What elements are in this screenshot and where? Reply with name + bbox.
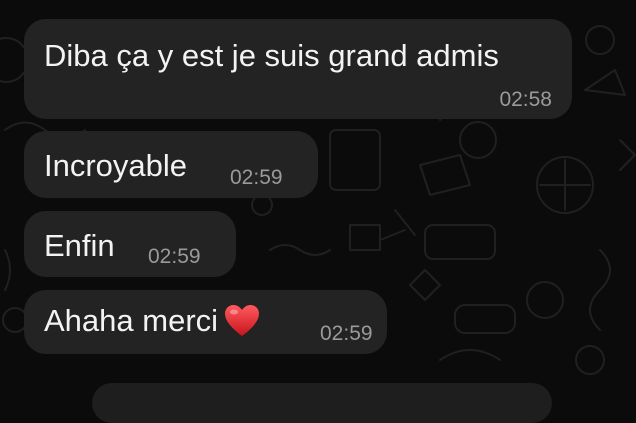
- message-bubble[interactable]: Incroyable 02:59: [24, 131, 318, 198]
- message-bubble[interactable]: Ahaha merci 02:59: [24, 290, 387, 354]
- message-text: Ahaha merci: [44, 303, 219, 338]
- message-bubble[interactable]: Diba ça y est je suis grand admis 02:58: [24, 19, 572, 119]
- message-timestamp: 02:59: [230, 166, 283, 189]
- message-timestamp: 02:58: [499, 88, 552, 111]
- message-input-bar[interactable]: [92, 383, 552, 423]
- message-timestamp: 02:59: [320, 322, 373, 345]
- red-heart-icon: [224, 304, 260, 343]
- chat-thread: Diba ça y est je suis grand admis 02:58 …: [0, 0, 636, 396]
- message-text: Incroyable: [44, 148, 188, 183]
- message-timestamp: 02:59: [148, 245, 201, 268]
- message-text: Diba ça y est je suis grand admis: [44, 38, 499, 73]
- message-content: Ahaha merci: [44, 304, 260, 343]
- message-text: Enfin: [44, 228, 115, 263]
- message-bubble[interactable]: Enfin 02:59: [24, 211, 236, 277]
